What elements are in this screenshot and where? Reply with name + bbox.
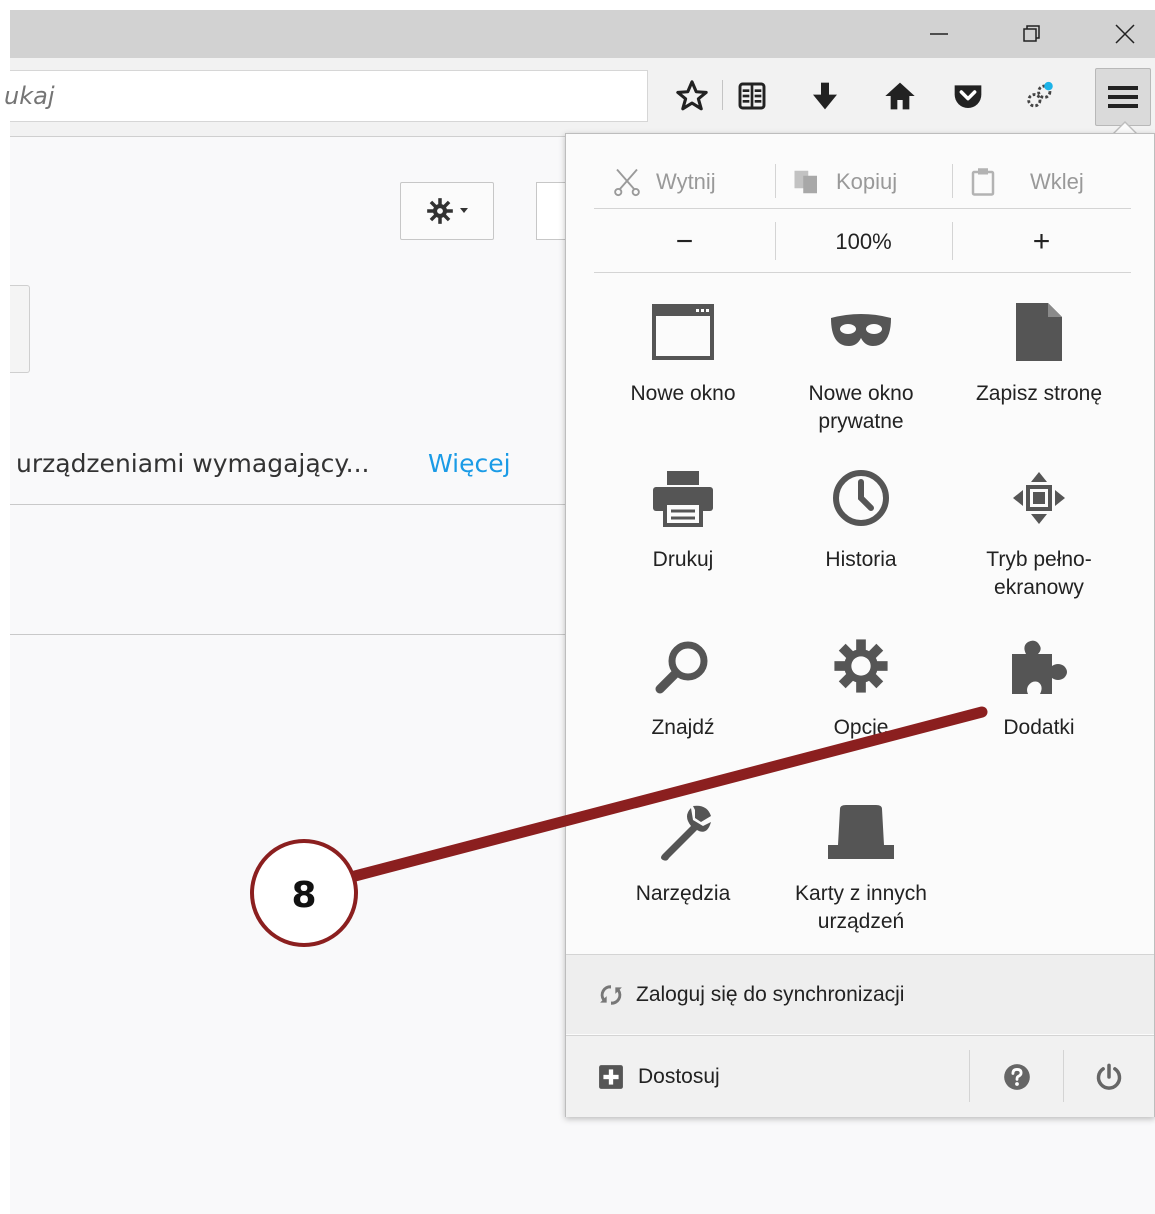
divider [10,634,570,635]
extension-icon [1027,81,1053,108]
puzzle-icon [1012,640,1067,694]
help-icon [1004,1063,1030,1090]
print-button[interactable]: Drukuj [594,462,772,574]
new-private-window-label: Nowe okno prywatne [808,382,914,433]
url-bar[interactable] [2,70,648,122]
menu-separator [594,272,1131,273]
clipboard-icon [971,168,995,196]
chevron-down-icon [460,208,468,213]
sync-signin-button[interactable]: Zaloguj się do synchronizacji [566,954,1154,1034]
new-window-icon [652,304,714,360]
menu-separator [594,208,1131,209]
cut-button[interactable]: Wytnij [612,156,716,208]
developer-tools-label: Narzędzia [635,882,731,905]
fullscreen-button[interactable]: Tryb pełno- ekranowy [950,462,1128,602]
menu-footer: Dostosuj [566,1035,1154,1117]
help-button[interactable] [987,1036,1047,1117]
close-window-button[interactable] [1102,10,1148,58]
find-label: Znajdź [651,716,715,739]
navigation-toolbar [2,58,1155,137]
download-icon [813,82,837,110]
history-button[interactable]: Historia [772,462,950,574]
extension-button[interactable] [1020,76,1060,116]
sync-icon [600,984,622,1005]
scissors-icon [614,168,640,197]
quit-button[interactable] [1079,1036,1139,1117]
gear-icon [834,639,888,693]
save-page-label: Zapisz stronę [975,382,1103,405]
reading-list-button[interactable] [732,76,772,116]
footer-separator [1063,1050,1064,1102]
pocket-button[interactable] [948,76,988,116]
more-link[interactable]: Więcej [428,449,511,478]
save-page-button[interactable]: Zapisz stronę [950,296,1128,408]
restore-button[interactable] [1009,10,1055,58]
cut-label: Wytnij [656,169,716,194]
copy-button[interactable]: Kopiuj [792,156,897,208]
new-window-label: Nowe okno [630,382,736,405]
hamburger-menu-icon [1108,86,1138,108]
home-button[interactable] [880,76,920,116]
tools-gear-button[interactable] [400,182,494,240]
new-private-window-button[interactable]: Nowe okno prywatne [772,296,950,436]
edit-separator [775,164,776,198]
pocket-icon [954,85,982,108]
printer-icon [653,471,713,527]
gear-icon [427,198,453,224]
wrench-icon [661,805,711,861]
title-bar [10,10,1155,58]
minimize-icon [930,33,948,35]
save-page-icon [1016,303,1062,361]
developer-tools-button[interactable]: Narzędzia [594,796,772,908]
options-button[interactable]: Opcje [772,630,950,742]
zoom-controls: − 100% + [594,214,1131,270]
fullscreen-label: Tryb pełno- ekranowy [986,548,1092,599]
options-label: Opcje [833,716,889,739]
new-window-button[interactable]: Nowe okno [594,296,772,408]
plus-box-icon [599,1064,623,1089]
divider [10,504,570,505]
reading-list-icon [738,82,766,110]
magnifier-icon [655,641,708,694]
downloads-button[interactable] [805,76,845,116]
synced-tabs-icon [828,805,894,859]
zoom-out-button[interactable]: − [594,214,775,270]
minimize-button[interactable] [916,10,962,58]
copy-label: Kopiuj [836,169,898,194]
main-menu-panel: Wytnij Kopiuj Wklej − 100% + Nowe okno N… [565,133,1155,1117]
side-panel-edge [10,285,30,373]
edit-separator [952,164,953,198]
restore-icon [1023,25,1040,42]
notice-text: urządzeniami wymagający... [16,449,370,478]
find-button[interactable]: Znajdź [594,630,772,742]
print-label: Drukuj [652,548,714,571]
copy-icon [794,170,817,194]
home-icon [885,82,915,110]
history-label: Historia [825,548,897,571]
synced-tabs-label: Karty z innych urządzeń [795,882,927,933]
customize-label: Dostosuj [638,1064,720,1088]
private-mask-icon [831,314,891,346]
bookmark-star-button[interactable] [672,76,712,116]
star-icon [676,80,708,111]
synced-tabs-button[interactable]: Karty z innych urządzeń [772,796,950,936]
close-icon [1115,24,1135,44]
zoom-reset-button[interactable]: 100% [775,214,952,270]
edit-controls: Wytnij Kopiuj Wklej [594,156,1131,208]
addons-label: Dodatki [1003,716,1075,739]
paste-button[interactable]: Wklej [970,156,1084,208]
sync-label: Zaloguj się do synchronizacji [636,982,905,1006]
customize-button[interactable]: Dostosuj [598,1036,720,1117]
open-menu-button[interactable] [1095,68,1151,126]
toolbar-separator [722,80,723,110]
zoom-in-button[interactable]: + [952,214,1131,270]
fullscreen-icon [1013,472,1065,524]
addons-button[interactable]: Dodatki [950,630,1128,742]
paste-label: Wklej [1030,169,1084,194]
power-icon [1096,1063,1122,1090]
search-input[interactable] [2,81,606,111]
footer-separator [969,1050,970,1102]
clock-icon [833,470,889,526]
